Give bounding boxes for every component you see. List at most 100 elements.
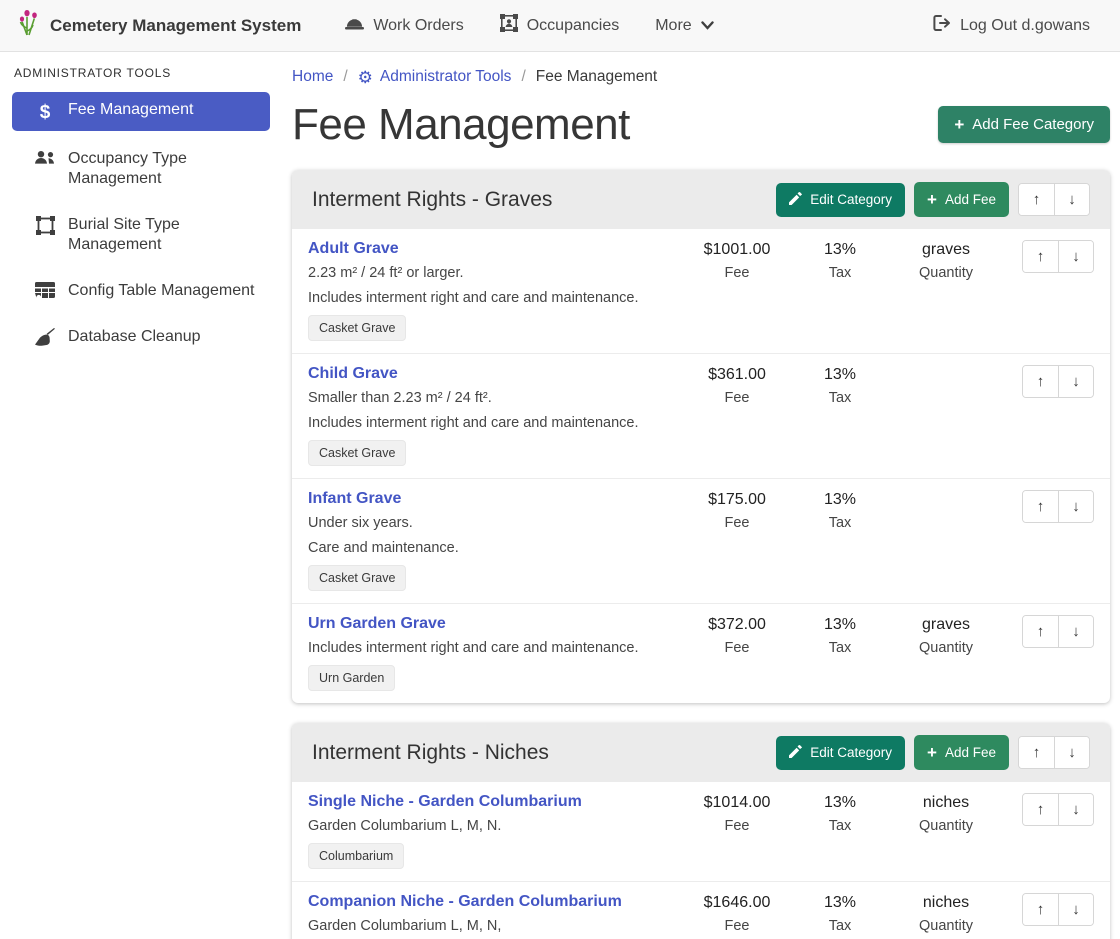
logout-label: Log Out d.gowans (960, 17, 1090, 35)
add-fee-button[interactable]: + Add Fee (914, 182, 1009, 217)
nav-more[interactable]: More (641, 9, 727, 43)
logout-icon (933, 15, 951, 36)
plus-icon: + (927, 744, 937, 761)
fee-description: Smaller than 2.23 m² / 24 ft². (308, 390, 674, 406)
edit-category-button[interactable]: Edit Category (776, 736, 905, 770)
add-fee-category-button[interactable]: + Add Fee Category (938, 106, 1110, 143)
fee-tax-cell: 13% Tax (792, 240, 888, 281)
add-fee-category-label: Add Fee Category (972, 116, 1094, 133)
pencil-icon (789, 745, 802, 761)
category-reorder-group: ↑ ↓ (1018, 183, 1090, 216)
sidebar-item-occupancy-type-management[interactable]: Occupancy Type Management (12, 141, 270, 197)
fee-name-link[interactable]: Companion Niche - Garden Columbarium (308, 893, 622, 911)
edit-category-button[interactable]: Edit Category (776, 183, 905, 217)
move-fee-up-button[interactable]: ↑ (1023, 366, 1058, 397)
logout-link[interactable]: Log Out d.gowans (919, 7, 1104, 44)
fee-tax-cell: 13% Tax (792, 793, 888, 834)
fee-description: Includes interment right and care and ma… (308, 415, 674, 431)
broom-icon (34, 328, 56, 346)
pencil-icon (789, 192, 802, 208)
move-fee-up-button[interactable]: ↑ (1023, 794, 1058, 825)
nav-work-orders[interactable]: Work Orders (331, 7, 477, 44)
fee-row: Infant Grave Under six years.Care and ma… (292, 478, 1110, 603)
fee-reorder-group: ↑ ↓ (1022, 490, 1094, 523)
move-category-down-button[interactable]: ↓ (1054, 184, 1089, 215)
fee-name-link[interactable]: Urn Garden Grave (308, 615, 446, 633)
plus-icon: + (927, 191, 937, 208)
move-fee-down-button[interactable]: ↓ (1058, 616, 1093, 647)
move-category-up-button[interactable]: ↑ (1019, 737, 1054, 768)
fee-quantity-cell: graves Quantity (888, 615, 1004, 656)
app-title: Cemetery Management System (50, 16, 301, 36)
move-category-up-button[interactable]: ↑ (1019, 184, 1054, 215)
fee-amount-cell: $1646.00 Fee (682, 893, 792, 934)
fee-quantity-cell: niches Quantity (888, 893, 1004, 934)
table-icon (34, 282, 56, 298)
fee-quantity-cell (888, 490, 1004, 497)
sidebar-item-burial-site-type-management[interactable]: Burial Site Type Management (12, 207, 270, 263)
fee-tax-cell: 13% Tax (792, 365, 888, 406)
breadcrumb-admin-tools-label: Administrator Tools (380, 68, 512, 86)
plus-icon: + (954, 116, 964, 133)
fee-name-link[interactable]: Single Niche - Garden Columbarium (308, 793, 582, 811)
fee-amount-cell: $361.00 Fee (682, 365, 792, 406)
gear-icon: ⚙ (358, 69, 373, 86)
breadcrumb-separator: / (521, 68, 525, 86)
nav-occupancies[interactable]: Occupancies (486, 6, 634, 45)
category-title: Interment Rights - Graves (312, 188, 552, 212)
move-fee-up-button[interactable]: ↑ (1023, 241, 1058, 272)
move-fee-up-button[interactable]: ↑ (1023, 491, 1058, 522)
fee-type-badge: Casket Grave (308, 315, 406, 341)
move-fee-down-button[interactable]: ↓ (1058, 366, 1093, 397)
tulip-logo-icon (16, 8, 42, 43)
move-fee-down-button[interactable]: ↓ (1058, 794, 1093, 825)
fee-description: Under six years. (308, 515, 674, 531)
fee-name-link[interactable]: Infant Grave (308, 490, 401, 508)
fee-description: Includes interment right and care and ma… (308, 290, 674, 306)
app-brand: Cemetery Management System (16, 8, 301, 43)
move-category-down-button[interactable]: ↓ (1054, 737, 1089, 768)
fee-category-header: Interment Rights - Graves Edit Category … (292, 170, 1110, 229)
fee-reorder-group: ↑ ↓ (1022, 365, 1094, 398)
fee-description: 2.23 m² / 24 ft² or larger. (308, 265, 674, 281)
move-fee-up-button[interactable]: ↑ (1023, 616, 1058, 647)
vector-square-icon (34, 216, 56, 235)
add-fee-button[interactable]: + Add Fee (914, 735, 1009, 770)
fee-name-link[interactable]: Child Grave (308, 365, 398, 383)
move-fee-down-button[interactable]: ↓ (1058, 491, 1093, 522)
move-fee-down-button[interactable]: ↓ (1058, 241, 1093, 272)
sidebar-heading: ADMINISTRATOR TOOLS (14, 66, 268, 80)
sidebar-item-database-cleanup[interactable]: Database Cleanup (12, 319, 270, 355)
breadcrumb-separator: / (343, 68, 347, 86)
admin-sidebar: ADMINISTRATOR TOOLS $ Fee Management Occ… (0, 52, 280, 939)
fee-name-link[interactable]: Adult Grave (308, 240, 399, 258)
main-content: Home / ⚙ Administrator Tools / Fee Manag… (280, 52, 1120, 939)
top-navbar: Cemetery Management System Work Orders O… (0, 0, 1120, 52)
fee-row: Adult Grave 2.23 m² / 24 ft² or larger. I… (292, 229, 1110, 353)
category-title: Interment Rights - Niches (312, 741, 549, 765)
page-title: Fee Management (292, 100, 630, 150)
move-fee-up-button[interactable]: ↑ (1023, 894, 1058, 925)
fee-reorder-group: ↑ ↓ (1022, 793, 1094, 826)
fee-description: Garden Columbarium L, M, N, (308, 918, 674, 934)
fee-amount-cell: $1014.00 Fee (682, 793, 792, 834)
fee-type-badge: Urn Garden (308, 665, 395, 691)
category-reorder-group: ↑ ↓ (1018, 736, 1090, 769)
fee-type-badge: Columbarium (308, 843, 404, 869)
fee-category-card: Interment Rights - Graves Edit Category … (292, 170, 1110, 703)
occupancy-plot-icon (500, 14, 518, 37)
nav-occupancies-label: Occupancies (527, 17, 620, 35)
sidebar-item-fee-management[interactable]: $ Fee Management (12, 92, 270, 131)
move-fee-down-button[interactable]: ↓ (1058, 894, 1093, 925)
fee-amount-cell: $175.00 Fee (682, 490, 792, 531)
fee-description: Garden Columbarium L, M, N. (308, 818, 674, 834)
breadcrumb-home-link[interactable]: Home (292, 68, 333, 86)
dollar-icon: $ (34, 101, 56, 123)
hard-hat-icon (345, 15, 364, 36)
nav-more-label: More (655, 17, 691, 35)
sidebar-item-config-table-management[interactable]: Config Table Management (12, 273, 270, 309)
fee-category-card: Interment Rights - Niches Edit Category … (292, 723, 1110, 939)
fee-amount-cell: $1001.00 Fee (682, 240, 792, 281)
fee-amount-cell: $372.00 Fee (682, 615, 792, 656)
breadcrumb-admin-tools-link[interactable]: ⚙ Administrator Tools (358, 68, 512, 86)
